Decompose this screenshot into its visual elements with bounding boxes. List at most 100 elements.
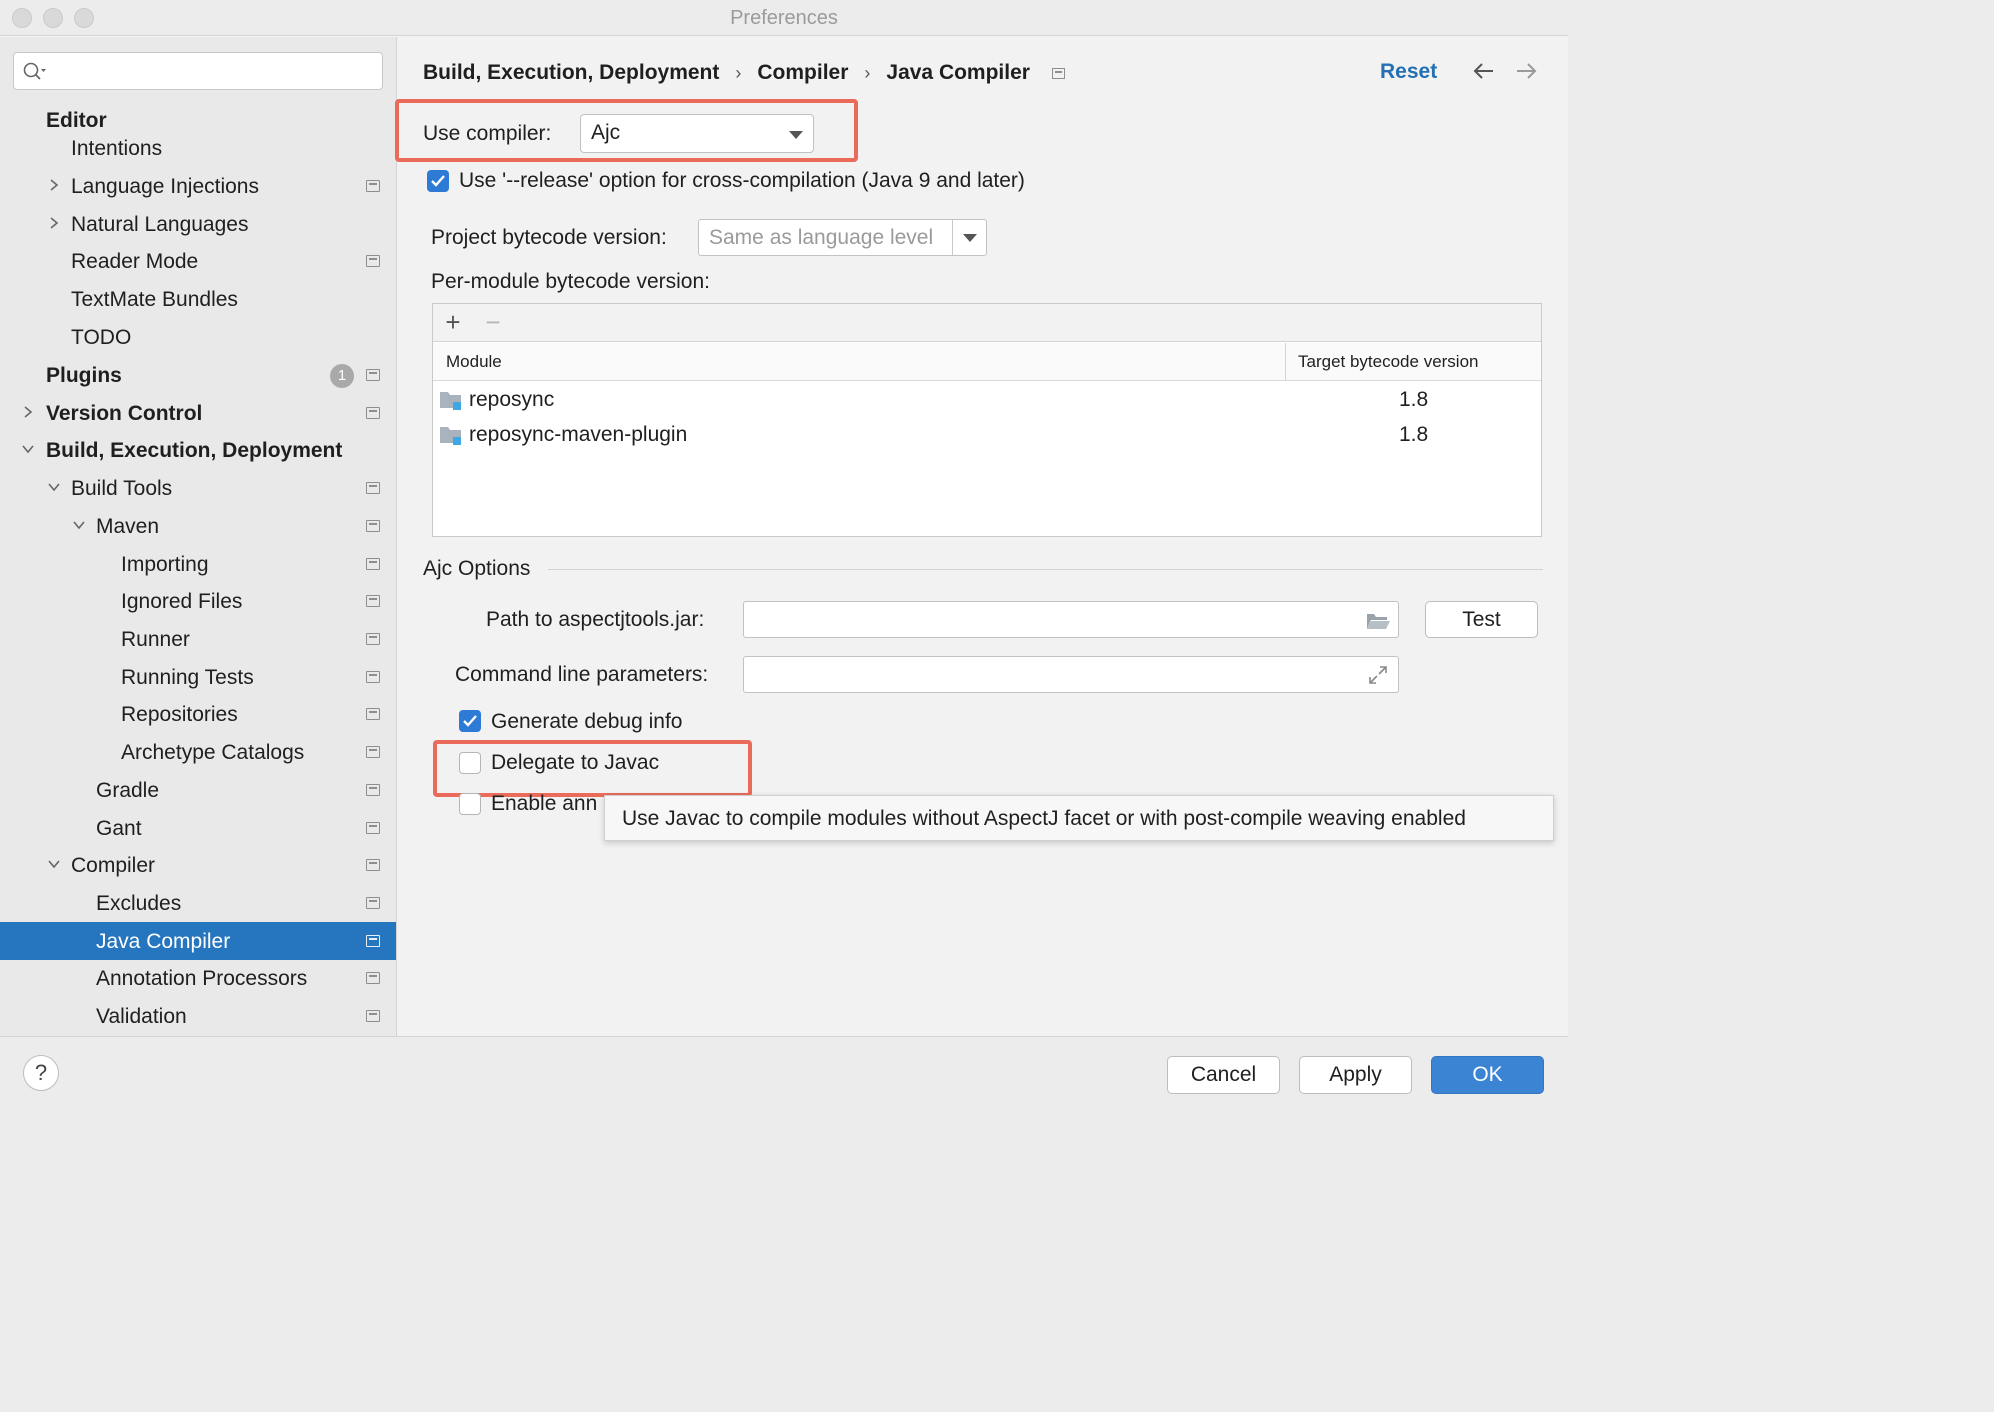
- sidebar-item-version-control[interactable]: Version Control: [0, 394, 396, 432]
- module-target-version[interactable]: 1.8: [1399, 388, 1428, 412]
- module-folder-icon: [440, 427, 461, 445]
- chevron-down-icon: [789, 131, 803, 139]
- sidebar-item-textmate-bundles[interactable]: TextMate Bundles: [0, 280, 396, 318]
- sidebar-item-annotation-processors[interactable]: Annotation Processors: [0, 959, 396, 997]
- sidebar-item-label: TextMate Bundles: [71, 288, 238, 311]
- sidebar-item-label: Version Control: [46, 402, 203, 425]
- project-bytecode-dropdown[interactable]: Same as language level: [698, 219, 987, 256]
- sidebar-item-language-injections[interactable]: Language Injections: [0, 167, 396, 205]
- settings-page-icon: [366, 482, 380, 494]
- breadcrumb-separator: ›: [735, 62, 742, 83]
- release-option-checkbox[interactable]: [427, 170, 449, 192]
- settings-content: Build, Execution, Deployment › Compiler …: [395, 37, 1568, 1036]
- ok-button[interactable]: OK: [1431, 1056, 1544, 1094]
- sidebar-item-label: Repositories: [121, 703, 238, 726]
- sidebar-item-todo[interactable]: TODO: [0, 318, 396, 356]
- enable-annotation-checkbox[interactable]: [459, 793, 481, 815]
- settings-page-icon: [366, 255, 380, 267]
- module-folder-icon: [440, 392, 461, 410]
- delegate-to-javac-checkbox[interactable]: [459, 752, 481, 774]
- dialog-footer: ? Cancel Apply OK: [0, 1036, 1568, 1110]
- chevron-down-icon[interactable]: [46, 856, 62, 872]
- cancel-button[interactable]: Cancel: [1167, 1056, 1280, 1094]
- table-row[interactable]: reposync-maven-plugin 1.8: [433, 418, 1541, 452]
- sidebar-item-intentions[interactable]: Intentions: [0, 129, 396, 167]
- sidebar-item-validation[interactable]: Validation: [0, 997, 396, 1035]
- sidebar-item-plugins[interactable]: Plugins 1: [0, 356, 396, 394]
- preferences-window: Preferences Editor Intentions Language I…: [0, 0, 1568, 1110]
- command-line-field[interactable]: [743, 656, 1399, 693]
- search-input[interactable]: [54, 57, 374, 85]
- section-divider: [548, 569, 1543, 570]
- sidebar-item-gant[interactable]: Gant: [0, 809, 396, 847]
- generate-debug-info-checkbox[interactable]: [459, 710, 481, 732]
- sidebar-item-label: Archetype Catalogs: [121, 741, 305, 764]
- column-divider[interactable]: [1285, 343, 1286, 381]
- table-header: Module Target bytecode version: [433, 343, 1541, 381]
- title-bar: Preferences: [0, 0, 1568, 36]
- open-folder-icon[interactable]: [1365, 611, 1391, 631]
- sidebar-item-label: Annotation Processors: [96, 967, 308, 990]
- back-arrow-icon[interactable]: [1471, 59, 1497, 83]
- sidebar-item-reader-mode[interactable]: Reader Mode: [0, 242, 396, 280]
- settings-page-icon: [366, 633, 380, 645]
- settings-search-box[interactable]: [13, 52, 383, 90]
- use-compiler-dropdown[interactable]: Ajc: [580, 114, 814, 153]
- breadcrumb-item[interactable]: Build, Execution, Deployment: [423, 61, 719, 85]
- chevron-down-icon[interactable]: [71, 517, 87, 533]
- chevron-down-icon: [963, 234, 977, 242]
- use-compiler-label: Use compiler:: [423, 122, 552, 145]
- plugins-update-badge: 1: [330, 364, 354, 388]
- sidebar-item-runner[interactable]: Runner: [0, 620, 396, 658]
- sidebar-item-build-execution-deployment[interactable]: Build, Execution, Deployment: [0, 431, 396, 469]
- chevron-down-icon[interactable]: [20, 441, 36, 457]
- apply-button[interactable]: Apply: [1299, 1056, 1412, 1094]
- sidebar-item-ignored-files[interactable]: Ignored Files: [0, 582, 396, 620]
- aspectjtools-path-field[interactable]: [743, 601, 1399, 638]
- reset-link[interactable]: Reset: [1380, 60, 1437, 84]
- add-module-button[interactable]: +: [441, 309, 465, 335]
- sidebar-item-excludes[interactable]: Excludes: [0, 884, 396, 922]
- help-button[interactable]: ?: [23, 1055, 59, 1091]
- sidebar-item-gradle[interactable]: Gradle: [0, 771, 396, 809]
- remove-module-button[interactable]: −: [481, 309, 505, 335]
- settings-page-icon: [366, 671, 380, 683]
- chevron-down-icon[interactable]: [46, 479, 62, 495]
- chevron-right-icon[interactable]: [46, 215, 62, 231]
- release-option-label: Use '--release' option for cross-compila…: [459, 169, 1025, 192]
- settings-page-icon: [366, 972, 380, 984]
- module-target-version[interactable]: 1.8: [1399, 423, 1428, 447]
- sidebar-item-archetype-catalogs[interactable]: Archetype Catalogs: [0, 733, 396, 771]
- settings-page-icon: [366, 935, 380, 947]
- settings-page-icon: [366, 784, 380, 796]
- sidebar-item-importing[interactable]: Importing: [0, 545, 396, 583]
- settings-page-icon: [366, 822, 380, 834]
- project-bytecode-label: Project bytecode version:: [431, 226, 667, 249]
- sidebar-item-natural-languages[interactable]: Natural Languages: [0, 205, 396, 243]
- expand-icon[interactable]: [1368, 665, 1388, 685]
- table-toolbar: + −: [433, 304, 1541, 342]
- sidebar-item-build-tools[interactable]: Build Tools: [0, 469, 396, 507]
- table-row[interactable]: reposync 1.8: [433, 383, 1541, 417]
- sidebar-item-label: Running Tests: [121, 666, 254, 689]
- sidebar-item-running-tests[interactable]: Running Tests: [0, 658, 396, 696]
- sidebar-item-label: Build, Execution, Deployment: [46, 439, 343, 462]
- sidebar-item-repositories[interactable]: Repositories: [0, 695, 396, 733]
- forward-arrow-icon[interactable]: [1513, 59, 1539, 83]
- module-name: reposync-maven-plugin: [469, 423, 688, 446]
- chevron-right-icon[interactable]: [46, 177, 62, 193]
- dropdown-divider: [952, 220, 953, 255]
- chevron-right-icon[interactable]: [20, 404, 36, 420]
- checkmark-icon: [463, 715, 477, 727]
- test-button[interactable]: Test: [1425, 601, 1538, 638]
- sidebar-item-maven[interactable]: Maven: [0, 507, 396, 545]
- sidebar-item-java-compiler[interactable]: Java Compiler: [0, 922, 396, 960]
- settings-page-icon: [366, 897, 380, 909]
- column-header-module[interactable]: Module: [446, 352, 502, 372]
- column-header-target-version[interactable]: Target bytecode version: [1298, 352, 1479, 372]
- breadcrumb-item[interactable]: Compiler: [757, 61, 848, 85]
- sidebar-item-label: Gant: [96, 817, 142, 840]
- sidebar-item-label: Intentions: [71, 137, 163, 160]
- sidebar-item-compiler[interactable]: Compiler: [0, 846, 396, 884]
- sidebar-item-label: Compiler: [71, 854, 156, 877]
